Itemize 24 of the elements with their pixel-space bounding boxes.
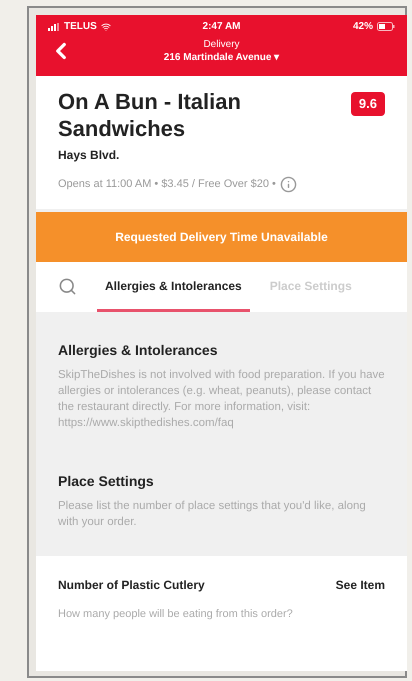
delivery-mode: Delivery — [203, 38, 240, 51]
restaurant-location: Hays Blvd. — [58, 147, 120, 164]
delivery-banner: Requested Delivery Time Unavailable — [36, 212, 407, 262]
section-title: Allergies & Intolerances — [58, 341, 219, 360]
section-title: Place Settings — [58, 472, 155, 491]
search-icon[interactable] — [58, 277, 77, 296]
option-row[interactable]: Number of Plastic Cutlery See Item How many people will be eating from this order? — [36, 556, 407, 671]
address-selector[interactable]: 216 Martindale Avenue ▾ — [164, 51, 280, 64]
category-tab[interactable]: Allergies & Intolerances — [97, 277, 250, 312]
see-item-link[interactable]: See Item — [336, 576, 385, 594]
section-description: SkipTheDishes is not involved with food preparation. If you have allergies or intolerances (e.g. wheat, peanuts), please contact the restaurant directly. For more information, visit: https://www.skipthedishes.com/faq — [58, 368, 385, 431]
option-title: Number of Plastic Cutlery — [58, 577, 206, 594]
battery-icon — [377, 22, 396, 31]
wifi-icon — [100, 22, 111, 32]
restaurant-name: On A Bun - Italian Sandwiches — [58, 88, 242, 142]
info-icon[interactable] — [280, 176, 297, 193]
option-hint: How many people will be eating from this order? — [58, 607, 294, 622]
signal-icon — [48, 22, 60, 30]
battery-percent: 42% — [353, 20, 374, 34]
restaurant-info: Opens at 11:00 AM • $3.45 / Free Over $20 • — [58, 177, 276, 192]
carrier-name: TELUS — [64, 20, 97, 34]
section-description: Please list the number of place settings that you'd like, along with your order. — [58, 499, 367, 530]
clock-time: 2:47 AM — [202, 20, 240, 34]
rating-badge: 9.6 — [350, 92, 385, 116]
